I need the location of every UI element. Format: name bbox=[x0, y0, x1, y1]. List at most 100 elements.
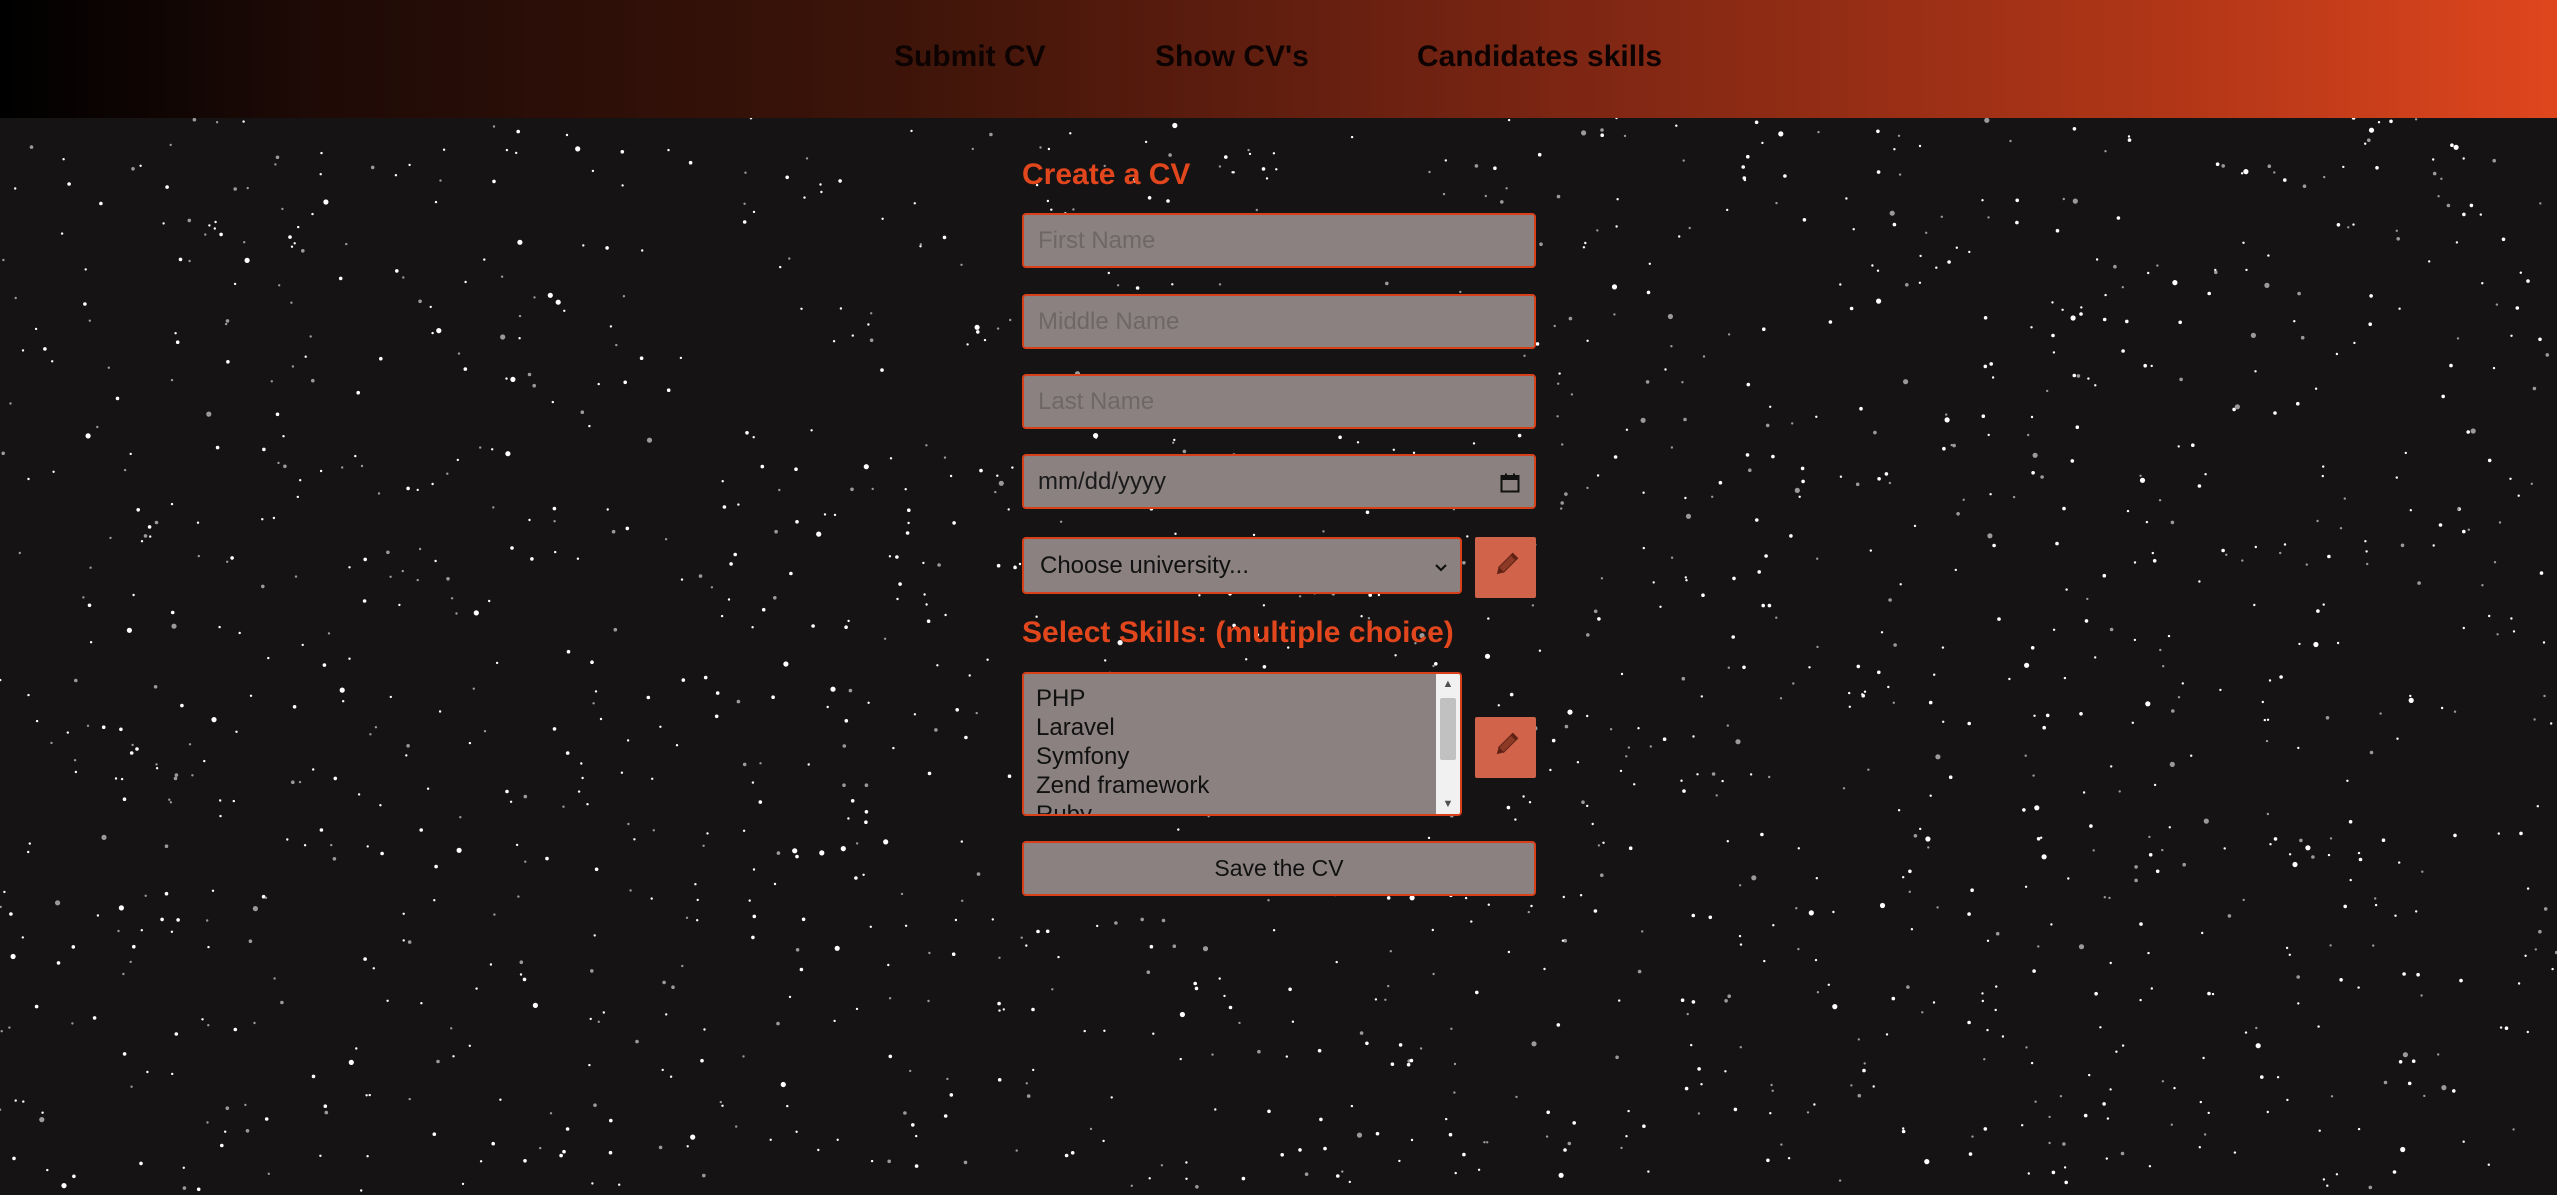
star bbox=[1020, 936, 1023, 939]
skill-option[interactable]: Ruby bbox=[1036, 800, 1209, 814]
star bbox=[432, 1132, 437, 1136]
skill-option[interactable]: Zend framework bbox=[1036, 771, 1209, 800]
last-name-input[interactable] bbox=[1022, 374, 1536, 429]
star bbox=[1989, 362, 1993, 366]
star bbox=[788, 995, 792, 999]
star bbox=[1500, 200, 1504, 204]
star bbox=[1596, 229, 1599, 232]
star bbox=[1173, 438, 1176, 442]
star bbox=[178, 257, 183, 262]
star bbox=[1538, 649, 1542, 652]
star bbox=[207, 945, 210, 949]
star bbox=[954, 918, 958, 922]
nav-submit-cv[interactable]: Submit CV bbox=[894, 40, 1046, 74]
skill-option[interactable]: PHP bbox=[1036, 684, 1209, 713]
star bbox=[2519, 271, 2522, 274]
star bbox=[1771, 454, 1775, 459]
star bbox=[1009, 318, 1012, 322]
star bbox=[2145, 701, 2151, 707]
star bbox=[1948, 775, 1953, 779]
calendar-icon[interactable] bbox=[1500, 472, 1520, 492]
star bbox=[2260, 1075, 2264, 1079]
star bbox=[2329, 837, 2333, 840]
scroll-down-arrow-icon[interactable]: ▼ bbox=[1436, 794, 1460, 814]
star bbox=[2134, 878, 2138, 883]
skill-option[interactable]: Laravel bbox=[1036, 713, 1209, 742]
star bbox=[1775, 616, 1778, 619]
star bbox=[527, 372, 532, 377]
star bbox=[1572, 1121, 1576, 1125]
star bbox=[85, 433, 91, 439]
star bbox=[2178, 320, 2182, 325]
star bbox=[1880, 631, 1884, 634]
star bbox=[2414, 118, 2418, 121]
star bbox=[1116, 284, 1120, 287]
first-name-input[interactable] bbox=[1022, 213, 1536, 268]
star bbox=[2242, 898, 2245, 902]
star bbox=[1681, 381, 1684, 384]
star bbox=[838, 179, 842, 183]
star bbox=[1389, 950, 1393, 953]
star bbox=[1462, 1152, 1466, 1157]
star bbox=[1652, 581, 1655, 584]
star bbox=[800, 307, 803, 310]
star bbox=[1897, 134, 1901, 137]
star bbox=[452, 1055, 455, 1058]
star bbox=[2214, 270, 2218, 275]
skills-scrollbar[interactable]: ▲ ▼ bbox=[1436, 674, 1460, 814]
star bbox=[2416, 972, 2420, 977]
star bbox=[2207, 1111, 2210, 1115]
star bbox=[1897, 809, 1901, 812]
skill-option[interactable]: Symfony bbox=[1036, 742, 1209, 771]
star bbox=[2283, 178, 2287, 182]
star bbox=[2076, 374, 2081, 378]
star bbox=[299, 479, 302, 482]
star bbox=[2024, 662, 2030, 668]
middle-name-input[interactable] bbox=[1022, 294, 1536, 349]
star bbox=[832, 340, 836, 343]
star bbox=[1918, 281, 1922, 284]
star bbox=[1842, 787, 1846, 790]
star bbox=[1798, 495, 1801, 498]
star bbox=[1557, 382, 1560, 385]
star bbox=[2201, 931, 2204, 935]
star bbox=[1477, 1168, 1481, 1172]
star bbox=[1768, 775, 1771, 779]
star bbox=[402, 912, 405, 915]
nav-show-cvs[interactable]: Show CV's bbox=[1155, 40, 1309, 74]
star bbox=[282, 435, 285, 438]
scroll-thumb[interactable] bbox=[1440, 698, 1456, 760]
star bbox=[1272, 152, 1276, 155]
nav-candidates-skills[interactable]: Candidates skills bbox=[1417, 40, 1662, 74]
star bbox=[431, 331, 434, 335]
save-cv-button[interactable]: Save the CV bbox=[1022, 841, 1536, 896]
star bbox=[370, 165, 375, 170]
star bbox=[794, 467, 798, 472]
star bbox=[2346, 779, 2349, 782]
star bbox=[457, 352, 461, 355]
star bbox=[1984, 117, 1990, 123]
star bbox=[233, 1027, 238, 1032]
star bbox=[1432, 664, 1435, 668]
edit-universities-button[interactable] bbox=[1475, 537, 1536, 598]
star bbox=[2094, 656, 2097, 659]
star bbox=[1869, 549, 1873, 552]
birth-date-input[interactable]: mm/dd/yyyy bbox=[1022, 454, 1536, 509]
skills-multiselect[interactable]: PHP Laravel Symfony Zend framework Ruby ▲ ▼ bbox=[1022, 672, 1462, 816]
scroll-up-arrow-icon[interactable]: ▲ bbox=[1436, 674, 1460, 694]
star bbox=[1431, 928, 1435, 932]
star bbox=[129, 960, 132, 964]
university-select[interactable]: Choose university... bbox=[1022, 537, 1462, 594]
star bbox=[1827, 983, 1831, 986]
star bbox=[2437, 1053, 2440, 1056]
edit-skills-button[interactable] bbox=[1475, 717, 1536, 778]
star bbox=[1272, 929, 1276, 932]
star bbox=[2398, 307, 2401, 310]
star bbox=[2059, 1095, 2063, 1098]
star bbox=[275, 412, 280, 417]
star bbox=[131, 743, 134, 747]
star bbox=[2269, 843, 2272, 846]
star bbox=[997, 1078, 1002, 1082]
star bbox=[436, 328, 442, 334]
star bbox=[1801, 479, 1805, 484]
